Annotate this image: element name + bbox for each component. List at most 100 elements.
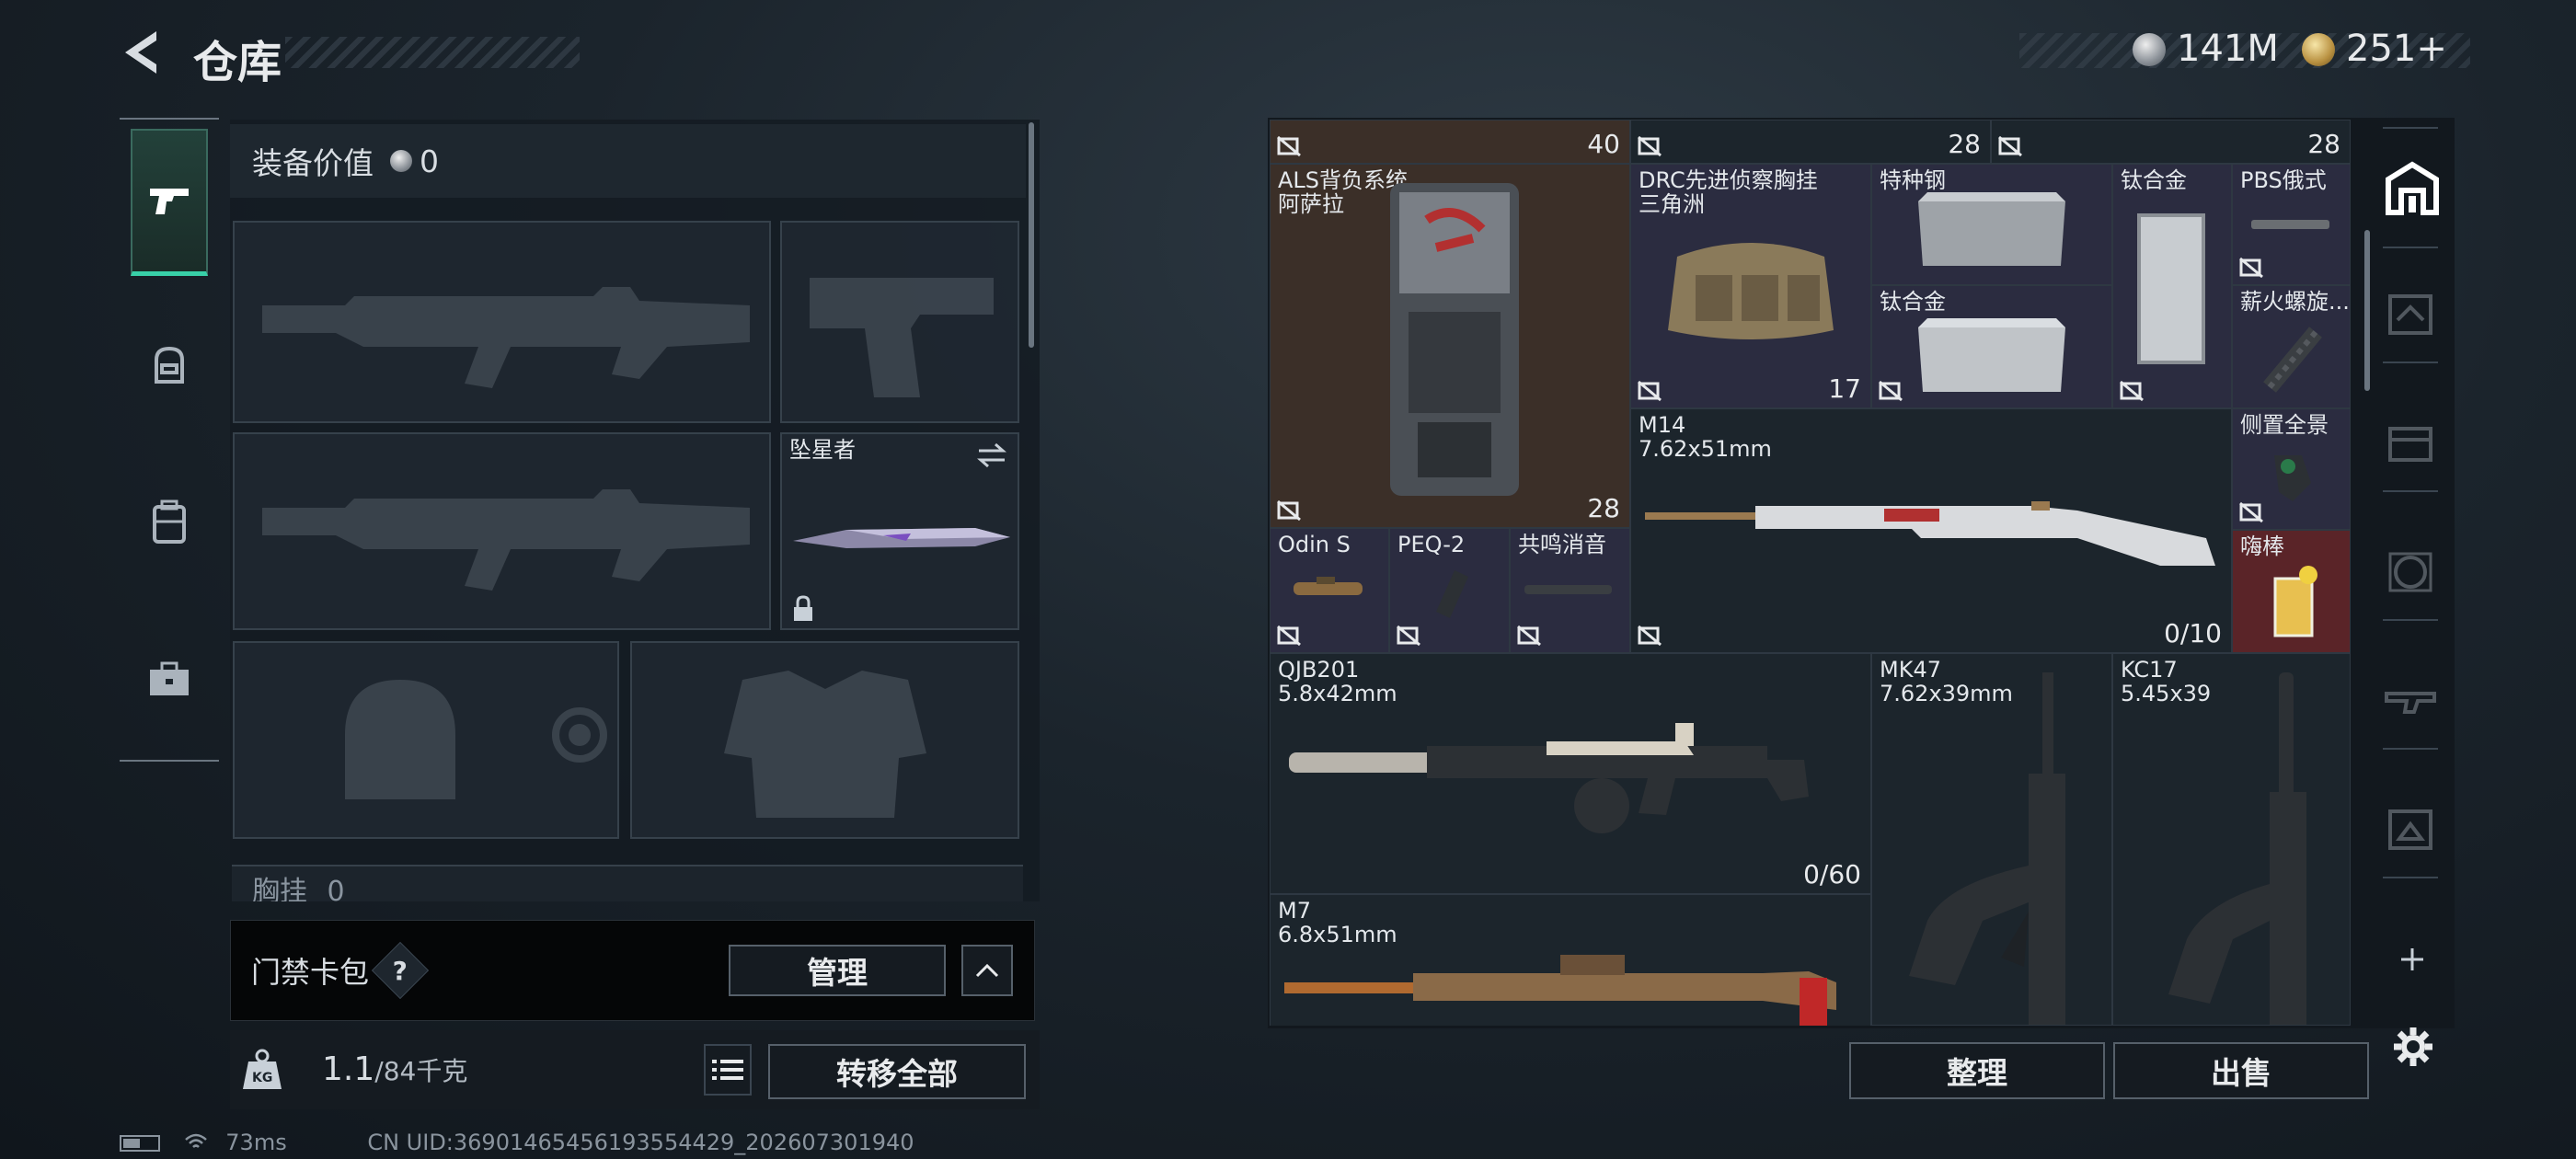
equipment-value: 0 (420, 143, 439, 179)
gear-storage-tab-icon[interactable] (2381, 541, 2440, 600)
silver-coin-icon (2133, 33, 2166, 66)
item-qjb201-rifle[interactable]: QJB201 5.8x42mm 0/60 (1270, 653, 1871, 894)
item-odin-scope[interactable]: Odin S (1270, 528, 1389, 653)
rifle-silhouette-icon (262, 489, 750, 591)
item-mk47-rifle[interactable]: MK47 7.62x39mm (1871, 653, 2112, 1026)
item-sub: 阿萨拉 (1278, 191, 1344, 217)
loadout-nav (120, 118, 219, 762)
user-uid: CN UID:36901465456193554429_202607301940 (367, 1130, 914, 1155)
armor-slot[interactable] (630, 641, 1019, 839)
equipment-value-bar: 装备价值 0 (230, 124, 1026, 198)
partial-item[interactable]: 28 (1991, 120, 2351, 164)
list-view-button[interactable] (704, 1044, 752, 1096)
all-items-tab-icon[interactable] (2383, 159, 2442, 218)
ping-value: 73ms (225, 1130, 287, 1155)
nav-helmet-tab[interactable] (131, 293, 208, 440)
item-m14-rifle[interactable]: M14 7.62x51mm 0/10 (1630, 408, 2232, 653)
warehouse-tabs (2366, 118, 2455, 1066)
no-insurance-icon (2120, 380, 2144, 402)
chest-rig-header: 胸挂 0 (232, 865, 1023, 901)
item-pbs-suppressor[interactable]: PBS俄式 (2232, 164, 2351, 285)
weight-kg-icon: KG (241, 1047, 283, 1093)
storage-tab-icon[interactable] (2381, 412, 2440, 471)
primary-weapon-slot[interactable] (233, 221, 771, 423)
status-bar: 73ms CN UID:36901465456193554429_2026073… (120, 1130, 914, 1156)
qjb201-rifle-image (1289, 723, 1809, 833)
ammo-count: 0/10 (2164, 618, 2222, 648)
no-insurance-icon (1277, 625, 1301, 647)
item-energy-drink[interactable]: 嗨棒 (2232, 530, 2351, 653)
sidearm-slot[interactable] (780, 221, 1019, 423)
weight-readout: 1.1/84千克 (322, 1050, 467, 1088)
item-name: M14 (1639, 412, 1686, 438)
add-tab-icon[interactable] (2394, 941, 2431, 978)
mk47-rifle-image (1909, 672, 2065, 1025)
nav-weapons-tab[interactable] (131, 129, 208, 276)
no-insurance-icon (1638, 380, 1662, 402)
item-name: 薪火螺旋... (2240, 289, 2350, 315)
partial-item[interactable]: 28 (1630, 120, 1991, 164)
laser-module-image (1436, 570, 1468, 618)
transfer-all-button[interactable]: 转移全部 (768, 1044, 1026, 1099)
item-name: Odin S (1278, 532, 1351, 557)
equipment-value-label: 装备价值 (252, 145, 374, 181)
list-icon (712, 1060, 743, 1080)
container-tab-icon[interactable] (2381, 283, 2440, 342)
item-titanium-alloy[interactable]: 钛合金 (1871, 285, 2112, 408)
wifi-icon (184, 1130, 208, 1156)
silver-coin-icon (390, 150, 412, 172)
melee-slot[interactable]: 坠星者 (780, 432, 1019, 630)
sort-button[interactable]: 整理 (1849, 1042, 2105, 1099)
item-name: 钛合金 (2121, 167, 2187, 193)
weapon-storage-tab-icon[interactable] (2381, 670, 2440, 729)
swap-icon[interactable] (975, 442, 1008, 469)
nav-backpack-tab[interactable] (131, 449, 208, 596)
collapse-button[interactable] (961, 945, 1013, 996)
item-sub: 6.8x51mm (1278, 922, 1397, 947)
secondary-weapon-slot[interactable] (233, 432, 771, 630)
misc-tab-icon[interactable] (2381, 798, 2440, 857)
rail-attachment-image (2263, 327, 2322, 393)
partial-item[interactable]: 40 (1270, 120, 1630, 164)
warehouse-grid: 40 28 28 ALS背负系统 阿萨拉 28 DRC先进侦察胸挂 三角洲 17 特… (1270, 120, 2351, 1026)
item-special-steel[interactable]: 特种钢 (1871, 164, 2112, 285)
item-als-backpack[interactable]: ALS背负系统 阿萨拉 28 (1270, 164, 1630, 528)
suppressor-image (1524, 585, 1612, 594)
helmet-slot[interactable] (233, 641, 619, 839)
nav-case-tab[interactable] (131, 605, 208, 752)
help-icon[interactable]: ? (371, 941, 430, 1000)
item-name: 共鸣消音 (1518, 532, 1606, 557)
item-peq2-laser[interactable]: PEQ-2 (1389, 528, 1510, 653)
no-insurance-icon (2239, 257, 2263, 279)
durability-count: 28 (2307, 129, 2340, 159)
sell-button[interactable]: 出售 (2113, 1042, 2369, 1099)
kc17-rifle-image (2168, 672, 2306, 1025)
equipment-scrollbar[interactable] (1029, 122, 1034, 348)
durability-count: 28 (1948, 129, 1981, 159)
item-m7-rifle[interactable]: M7 6.8x51mm (1270, 894, 1871, 1026)
item-kc17-rifle[interactable]: KC17 5.45x39 (2112, 653, 2351, 1026)
no-insurance-icon (1517, 625, 1541, 647)
item-drc-chest-rig[interactable]: DRC先进侦察胸挂 三角洲 17 (1630, 164, 1871, 408)
armor-vest-silhouette-icon (724, 671, 926, 818)
silver-currency-amount: 141M (2177, 28, 2279, 70)
back-arrow-icon[interactable] (120, 28, 166, 77)
pistol-silhouette-icon (810, 278, 994, 397)
gold-currency-amount[interactable]: 251+ (2346, 28, 2447, 70)
item-name: DRC先进侦察胸挂 (1639, 167, 1818, 193)
item-name: 侧置全景 (2240, 412, 2329, 438)
scope-image (1294, 577, 1363, 595)
settings-gear-icon[interactable] (2390, 1024, 2436, 1070)
item-titanium-alloy[interactable]: 钛合金 (2112, 164, 2232, 408)
backpack-icon (153, 499, 186, 544)
lock-icon (794, 595, 812, 621)
item-fire-spiral[interactable]: 薪火螺旋... (2232, 285, 2351, 408)
scope-image (2274, 455, 2311, 501)
manage-button[interactable]: 管理 (729, 945, 946, 996)
battery-icon (120, 1135, 160, 1152)
item-name: PBS俄式 (2240, 167, 2327, 193)
briefcase-icon (150, 661, 189, 695)
item-side-scope[interactable]: 侧置全景 (2232, 408, 2351, 530)
item-resonance-suppressor[interactable]: 共鸣消音 (1510, 528, 1630, 653)
no-insurance-icon (1638, 135, 1662, 157)
